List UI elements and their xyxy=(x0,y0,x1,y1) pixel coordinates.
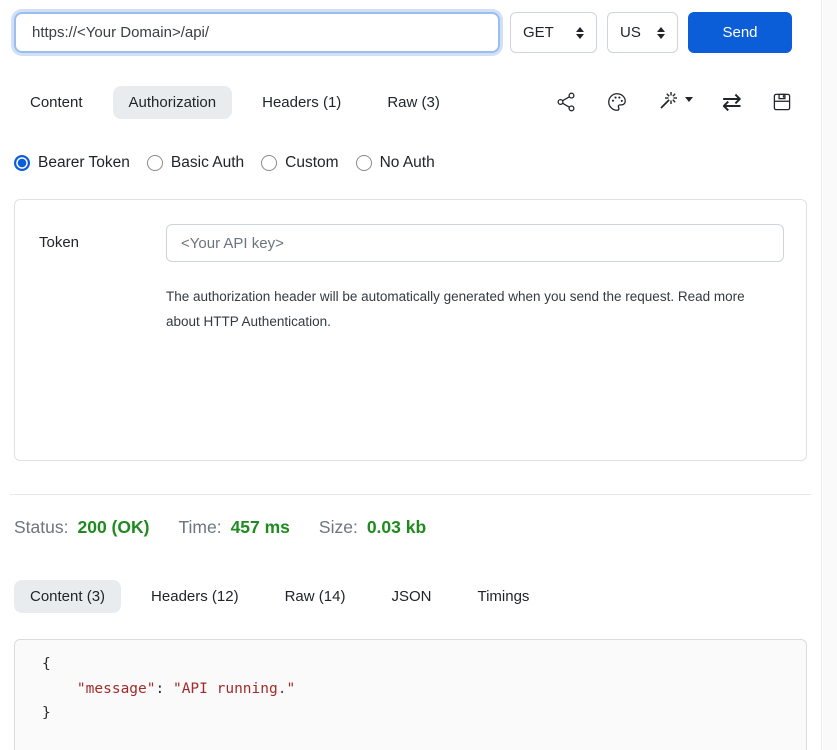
palette-icon[interactable] xyxy=(606,91,628,113)
size-group: Size: 0.03 kb xyxy=(319,517,426,538)
method-select[interactable]: GET xyxy=(510,12,597,53)
radio-no-auth[interactable]: No Auth xyxy=(356,154,435,172)
radio-bearer-token[interactable]: Bearer Token xyxy=(14,154,130,172)
token-help-text: The authorization header will be automat… xyxy=(166,284,766,334)
json-value: "API running." xyxy=(173,681,295,697)
save-icon[interactable] xyxy=(771,91,793,113)
response-status-bar: Status: 200 (OK) Time: 457 ms Size: 0.03… xyxy=(14,517,807,538)
radio-basic-auth[interactable]: Basic Auth xyxy=(147,154,244,172)
json-line: } xyxy=(42,701,806,726)
region-select[interactable]: US xyxy=(607,12,678,53)
response-tabs: Content (3) Headers (12) Raw (14) JSON T… xyxy=(14,576,807,616)
scrollbar-track[interactable] xyxy=(823,0,837,750)
tab-content[interactable]: Content xyxy=(14,86,99,119)
token-label: Token xyxy=(39,224,166,460)
radio-label: Basic Auth xyxy=(171,154,244,172)
size-value: 0.03 kb xyxy=(367,517,426,538)
region-value: US xyxy=(620,24,641,41)
section-divider xyxy=(10,494,811,495)
send-button[interactable]: Send xyxy=(688,12,792,53)
radio-label: Bearer Token xyxy=(38,154,130,172)
response-body[interactable]: { "message": "API running." } xyxy=(14,639,807,750)
tab-response-timings[interactable]: Timings xyxy=(461,580,545,613)
tab-authorization[interactable]: Authorization xyxy=(113,86,233,119)
tab-raw[interactable]: Raw (3) xyxy=(371,86,456,119)
request-tabs: Content Authorization Headers (1) Raw (3… xyxy=(14,83,807,121)
magic-wand-icon[interactable] xyxy=(657,90,693,114)
tab-response-json[interactable]: JSON xyxy=(375,580,447,613)
api-client-page: GET US Send Content Authorization Header… xyxy=(0,0,837,750)
main-content: GET US Send Content Authorization Header… xyxy=(0,0,822,750)
bearer-token-panel: Token The authorization header will be a… xyxy=(14,199,807,461)
time-label: Time: xyxy=(178,517,221,538)
method-value: GET xyxy=(523,24,554,41)
radio-custom[interactable]: Custom xyxy=(261,154,338,172)
auth-type-options: Bearer Token Basic Auth Custom No Auth xyxy=(14,154,807,172)
request-toolbar: ⇄ xyxy=(555,90,807,114)
tab-response-raw[interactable]: Raw (14) xyxy=(269,580,362,613)
status-value: 200 (OK) xyxy=(77,517,149,538)
swap-arrows-icon[interactable]: ⇄ xyxy=(722,92,742,113)
request-bar: GET US Send xyxy=(14,0,807,53)
time-group: Time: 457 ms xyxy=(178,517,289,538)
radio-unchecked-icon xyxy=(261,155,277,171)
size-label: Size: xyxy=(319,517,358,538)
url-input[interactable] xyxy=(14,12,500,53)
status-label: Status: xyxy=(14,517,68,538)
select-arrows-icon xyxy=(576,27,584,39)
radio-label: No Auth xyxy=(380,154,435,172)
json-line: { xyxy=(42,652,806,677)
tab-response-headers[interactable]: Headers (12) xyxy=(135,580,255,613)
dropdown-caret-icon xyxy=(685,97,693,102)
radio-checked-icon xyxy=(14,155,30,171)
share-icon[interactable] xyxy=(555,91,577,113)
select-arrows-icon xyxy=(657,27,665,39)
radio-unchecked-icon xyxy=(147,155,163,171)
radio-unchecked-icon xyxy=(356,155,372,171)
tab-headers[interactable]: Headers (1) xyxy=(246,86,357,119)
json-close-brace: } xyxy=(42,705,51,721)
time-value: 457 ms xyxy=(231,517,290,538)
status-group: Status: 200 (OK) xyxy=(14,517,149,538)
json-open-brace: { xyxy=(42,656,51,672)
radio-label: Custom xyxy=(285,154,338,172)
json-key: "message" xyxy=(77,681,156,697)
json-colon: : xyxy=(156,681,173,697)
tab-response-content[interactable]: Content (3) xyxy=(14,580,121,613)
token-input[interactable] xyxy=(166,224,784,262)
json-line: "message": "API running." xyxy=(42,677,806,702)
token-panel-body: The authorization header will be automat… xyxy=(166,224,784,460)
